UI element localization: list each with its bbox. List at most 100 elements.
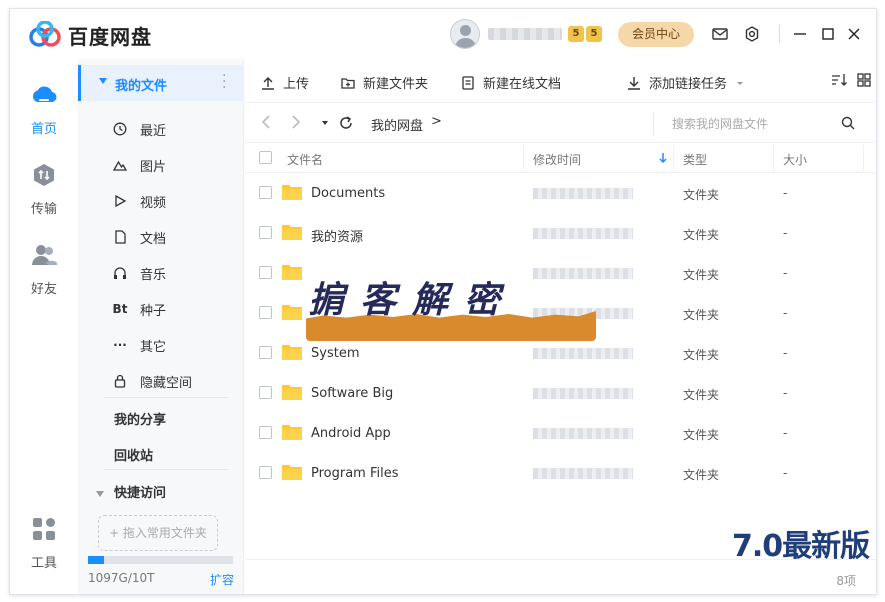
new-online-doc-button[interactable]: 新建在线文档 <box>461 73 561 92</box>
row-checkbox[interactable] <box>259 226 272 239</box>
refresh-icon[interactable] <box>339 116 353 130</box>
tools-grid-icon <box>33 518 55 540</box>
tree-item-music[interactable]: 音乐 <box>112 263 166 283</box>
rail-label-friends: 好友 <box>30 282 57 297</box>
settings-gear-icon[interactable] <box>742 24 762 44</box>
modified-time-redacted <box>533 388 633 399</box>
tree-item-my-share[interactable]: 我的分享 <box>114 409 166 428</box>
new-folder-label: 新建文件夹 <box>363 77 429 92</box>
caret-down-icon[interactable] <box>735 78 745 88</box>
tree-item-videos[interactable]: 视频 <box>112 191 166 211</box>
sort-order-button[interactable] <box>831 73 855 87</box>
row-checkbox[interactable] <box>259 386 272 399</box>
close-icon[interactable] <box>844 24 864 44</box>
tree-item-torrents[interactable]: Bt 种子 <box>112 299 166 319</box>
upload-button[interactable]: 上传 <box>261 73 309 92</box>
new-online-doc-label: 新建在线文档 <box>483 77 562 92</box>
breadcrumb-my-netdisk[interactable]: 我的网盘 <box>371 115 423 134</box>
column-divider <box>673 145 674 171</box>
file-type: 文件夹 <box>683 388 720 402</box>
tree-item-images[interactable]: 图片 <box>112 155 166 175</box>
quick-access-header[interactable]: 快捷访问 <box>96 482 166 501</box>
titlebar-divider <box>779 25 780 43</box>
column-header-modified[interactable]: 修改时间 <box>533 151 581 168</box>
table-row[interactable]: Documents 文件夹 - <box>245 173 876 213</box>
rail-label-home: 首页 <box>30 122 57 137</box>
table-row[interactable]: 我的资源 文件夹 - <box>245 213 876 253</box>
forward-arrow-icon[interactable] <box>291 115 301 129</box>
rail-item-transfer[interactable]: 传输 <box>10 161 78 217</box>
table-row[interactable]: Program Files 文件夹 - <box>245 453 876 493</box>
tree-divider <box>104 397 228 398</box>
file-name[interactable]: Program Files <box>311 466 399 481</box>
file-name[interactable]: 我的资源 <box>311 226 363 245</box>
modified-time-redacted <box>533 188 633 199</box>
tree-item-my-files[interactable]: 我的文件 · · · <box>78 65 244 101</box>
rail-item-tools[interactable]: 工具 <box>10 515 78 571</box>
tree-item-recycle-bin[interactable]: 回收站 <box>114 445 153 464</box>
row-checkbox[interactable] <box>259 186 272 199</box>
column-header-name[interactable]: 文件名 <box>287 151 323 168</box>
more-options-icon[interactable]: · · · <box>222 69 226 95</box>
overlay-title: 掮客解密 <box>308 280 517 321</box>
file-type: 文件夹 <box>683 188 720 202</box>
tree-item-recent[interactable]: 最近 <box>112 119 166 139</box>
file-name[interactable]: Android App <box>311 426 391 441</box>
rail-item-home[interactable]: 首页 <box>10 81 78 137</box>
folder-icon <box>282 385 302 400</box>
file-name[interactable]: System <box>311 346 359 361</box>
row-checkbox[interactable] <box>259 346 272 359</box>
tree-label-torrents: 种子 <box>140 303 167 319</box>
sort-descending-arrow-icon[interactable] <box>659 152 667 164</box>
table-row[interactable]: Software Big 文件夹 - <box>245 373 876 413</box>
history-dropdown-icon[interactable] <box>321 119 329 127</box>
clock-icon <box>112 121 128 137</box>
search-icon[interactable] <box>841 116 855 130</box>
file-name[interactable]: Documents <box>311 186 385 201</box>
upload-label: 上传 <box>283 77 310 92</box>
new-folder-button[interactable]: 新建文件夹 <box>341 73 428 92</box>
drop-favorite-folder-zone[interactable]: + 拖入常用文件夹 <box>98 515 218 551</box>
column-header-type[interactable]: 类型 <box>683 151 707 168</box>
minimize-icon[interactable] <box>790 24 810 44</box>
download-icon <box>628 76 640 90</box>
tree-label-other: 其它 <box>140 339 167 355</box>
row-checkbox[interactable] <box>259 306 272 319</box>
search-input[interactable] <box>672 113 832 135</box>
storage-quota-fill <box>88 556 104 564</box>
tree-item-documents[interactable]: 文档 <box>112 227 166 247</box>
row-checkbox[interactable] <box>259 466 272 479</box>
file-size: - <box>783 466 788 480</box>
tree-root-label: 我的文件 <box>115 79 168 94</box>
folder-tree-panel: 我的文件 · · · 最近 图片 视频 文档 音乐 Bt 种子 ··· 其它 隐… <box>78 59 244 594</box>
file-name[interactable]: Software Big <box>311 386 393 401</box>
upload-icon <box>262 76 274 90</box>
vip-level-badge[interactable]: 5 5 <box>568 26 602 42</box>
tree-item-hidden-space[interactable]: 隐藏空间 <box>112 371 192 391</box>
cloud-icon <box>32 86 57 103</box>
file-type: 文件夹 <box>683 348 720 362</box>
file-size: - <box>783 226 788 240</box>
column-divider <box>863 145 864 171</box>
add-link-task-button[interactable]: 添加链接任务 <box>627 73 753 92</box>
column-header-size[interactable]: 大小 <box>783 151 807 168</box>
member-center-button[interactable]: 会员中心 <box>618 22 694 47</box>
user-avatar[interactable] <box>450 19 480 49</box>
row-checkbox[interactable] <box>259 266 272 279</box>
mail-icon[interactable] <box>710 24 730 44</box>
username-redacted[interactable] <box>488 28 562 40</box>
tree-item-other[interactable]: ··· 其它 <box>112 335 166 355</box>
expand-storage-link[interactable]: 扩容 <box>210 571 234 588</box>
select-all-checkbox[interactable] <box>259 151 272 164</box>
grid-view-button[interactable] <box>857 73 876 87</box>
row-checkbox[interactable] <box>259 426 272 439</box>
back-arrow-icon[interactable] <box>261 115 271 129</box>
rail-item-friends[interactable]: 好友 <box>10 241 78 297</box>
file-size: - <box>783 306 788 320</box>
file-size: - <box>783 266 788 280</box>
maximize-icon[interactable] <box>818 24 838 44</box>
table-row[interactable]: Android App 文件夹 - <box>245 413 876 453</box>
rail-label-tools: 工具 <box>30 556 57 571</box>
file-size: - <box>783 346 788 360</box>
tree-label-videos: 视频 <box>140 195 167 211</box>
